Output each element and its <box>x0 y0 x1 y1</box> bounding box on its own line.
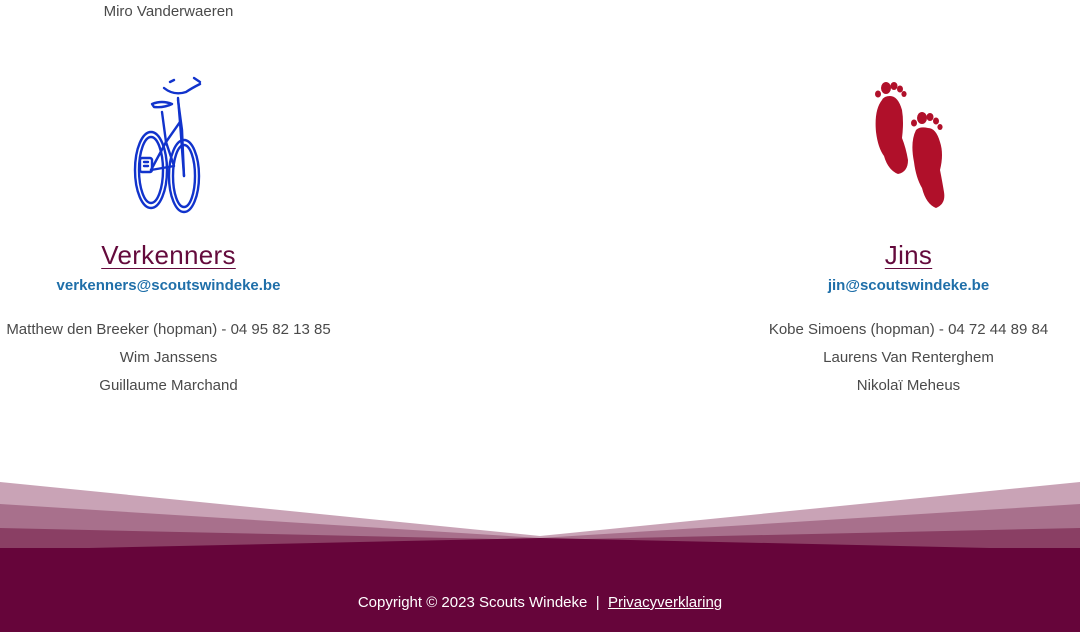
member-item: Guillaume Marchand <box>99 377 238 394</box>
member-list: Matthew den Breeker (hopman) - 04 95 82 … <box>0 316 337 400</box>
group-jins: Jins jin@scoutswindeke.be Kobe Simoens (… <box>740 70 1077 400</box>
footer-separator: | <box>595 594 600 611</box>
group-title-link[interactable]: Jins <box>885 240 932 271</box>
footer <box>0 548 1080 632</box>
privacy-link[interactable]: Privacyverklaring <box>608 594 722 611</box>
page: Miro Vanderwaeren Verkenners verkenners@… <box>0 0 1080 632</box>
footer-copyright-line: Copyright © 2023 Scouts Windeke | Privac… <box>0 594 1080 611</box>
member-item: Kobe Simoens (hopman) - 04 72 44 89 84 <box>768 321 1049 338</box>
group-verkenners: Verkenners verkenners@scoutswindeke.be M… <box>0 70 337 400</box>
copyright-text: Copyright © 2023 Scouts Windeke <box>357 594 588 611</box>
footer-wave-divider <box>0 482 1080 550</box>
member-name: Miro Vanderwaeren <box>103 3 234 20</box>
footprints-icon <box>874 82 944 208</box>
member-item: Matthew den Breeker (hopman) - 04 95 82 … <box>6 321 331 338</box>
bicycle-icon <box>133 76 201 214</box>
group-email-link[interactable]: jin@scoutswindeke.be <box>740 277 1077 294</box>
group-email-link[interactable]: verkenners@scoutswindeke.be <box>0 277 337 294</box>
member-item: Wim Janssens <box>119 349 218 366</box>
member-list: Kobe Simoens (hopman) - 04 72 44 89 84 L… <box>740 316 1077 400</box>
member-item: Nikolaï Meheus <box>856 377 961 394</box>
group-title-link[interactable]: Verkenners <box>101 240 236 271</box>
member-item: Laurens Van Renterghem <box>823 349 994 366</box>
